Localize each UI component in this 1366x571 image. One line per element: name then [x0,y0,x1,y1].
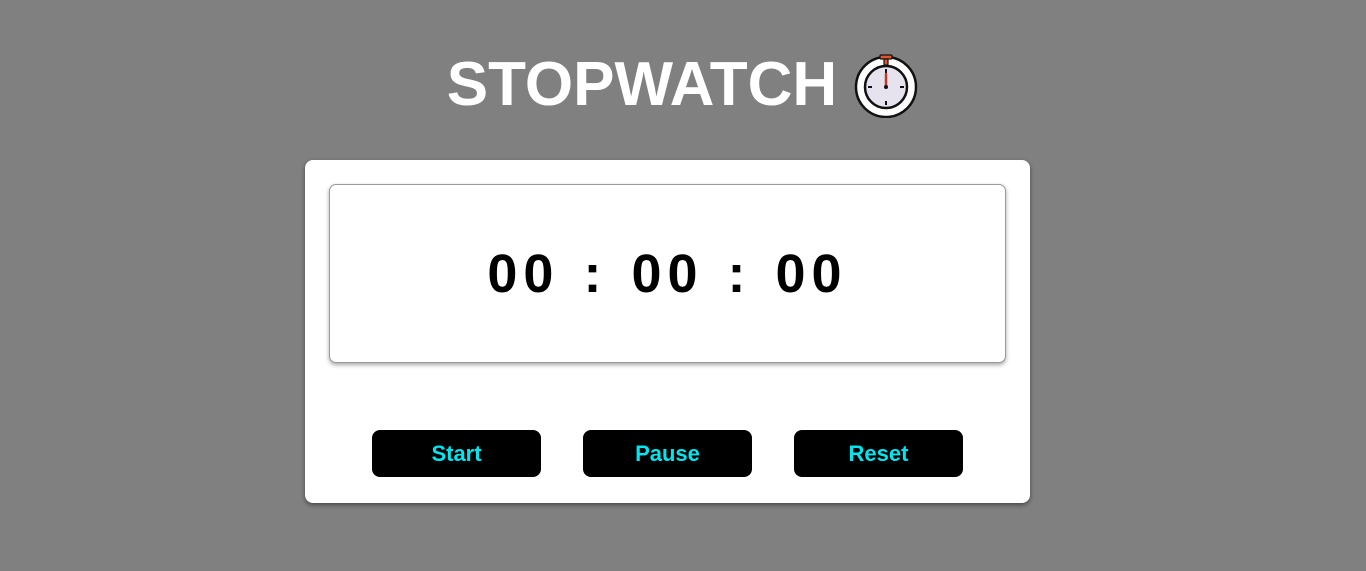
start-button[interactable]: Start [372,430,541,477]
pause-button[interactable]: Pause [583,430,752,477]
time-display: 00 : 00 : 00 [329,184,1006,363]
minutes-value: 00 [631,243,704,304]
time-separator: : [727,243,752,304]
seconds-value: 00 [775,243,848,304]
time-separator: : [583,243,608,304]
page-title: STOPWATCH [446,50,838,119]
hours-value: 00 [487,243,560,304]
stopwatch-icon [854,54,918,118]
time-readout: 00 : 00 : 00 [487,243,847,305]
control-buttons: Start Pause Reset [372,430,963,477]
reset-button[interactable]: Reset [794,430,963,477]
header: STOPWATCH [0,48,1366,122]
stopwatch-card: 00 : 00 : 00 Start Pause Reset [305,160,1030,503]
